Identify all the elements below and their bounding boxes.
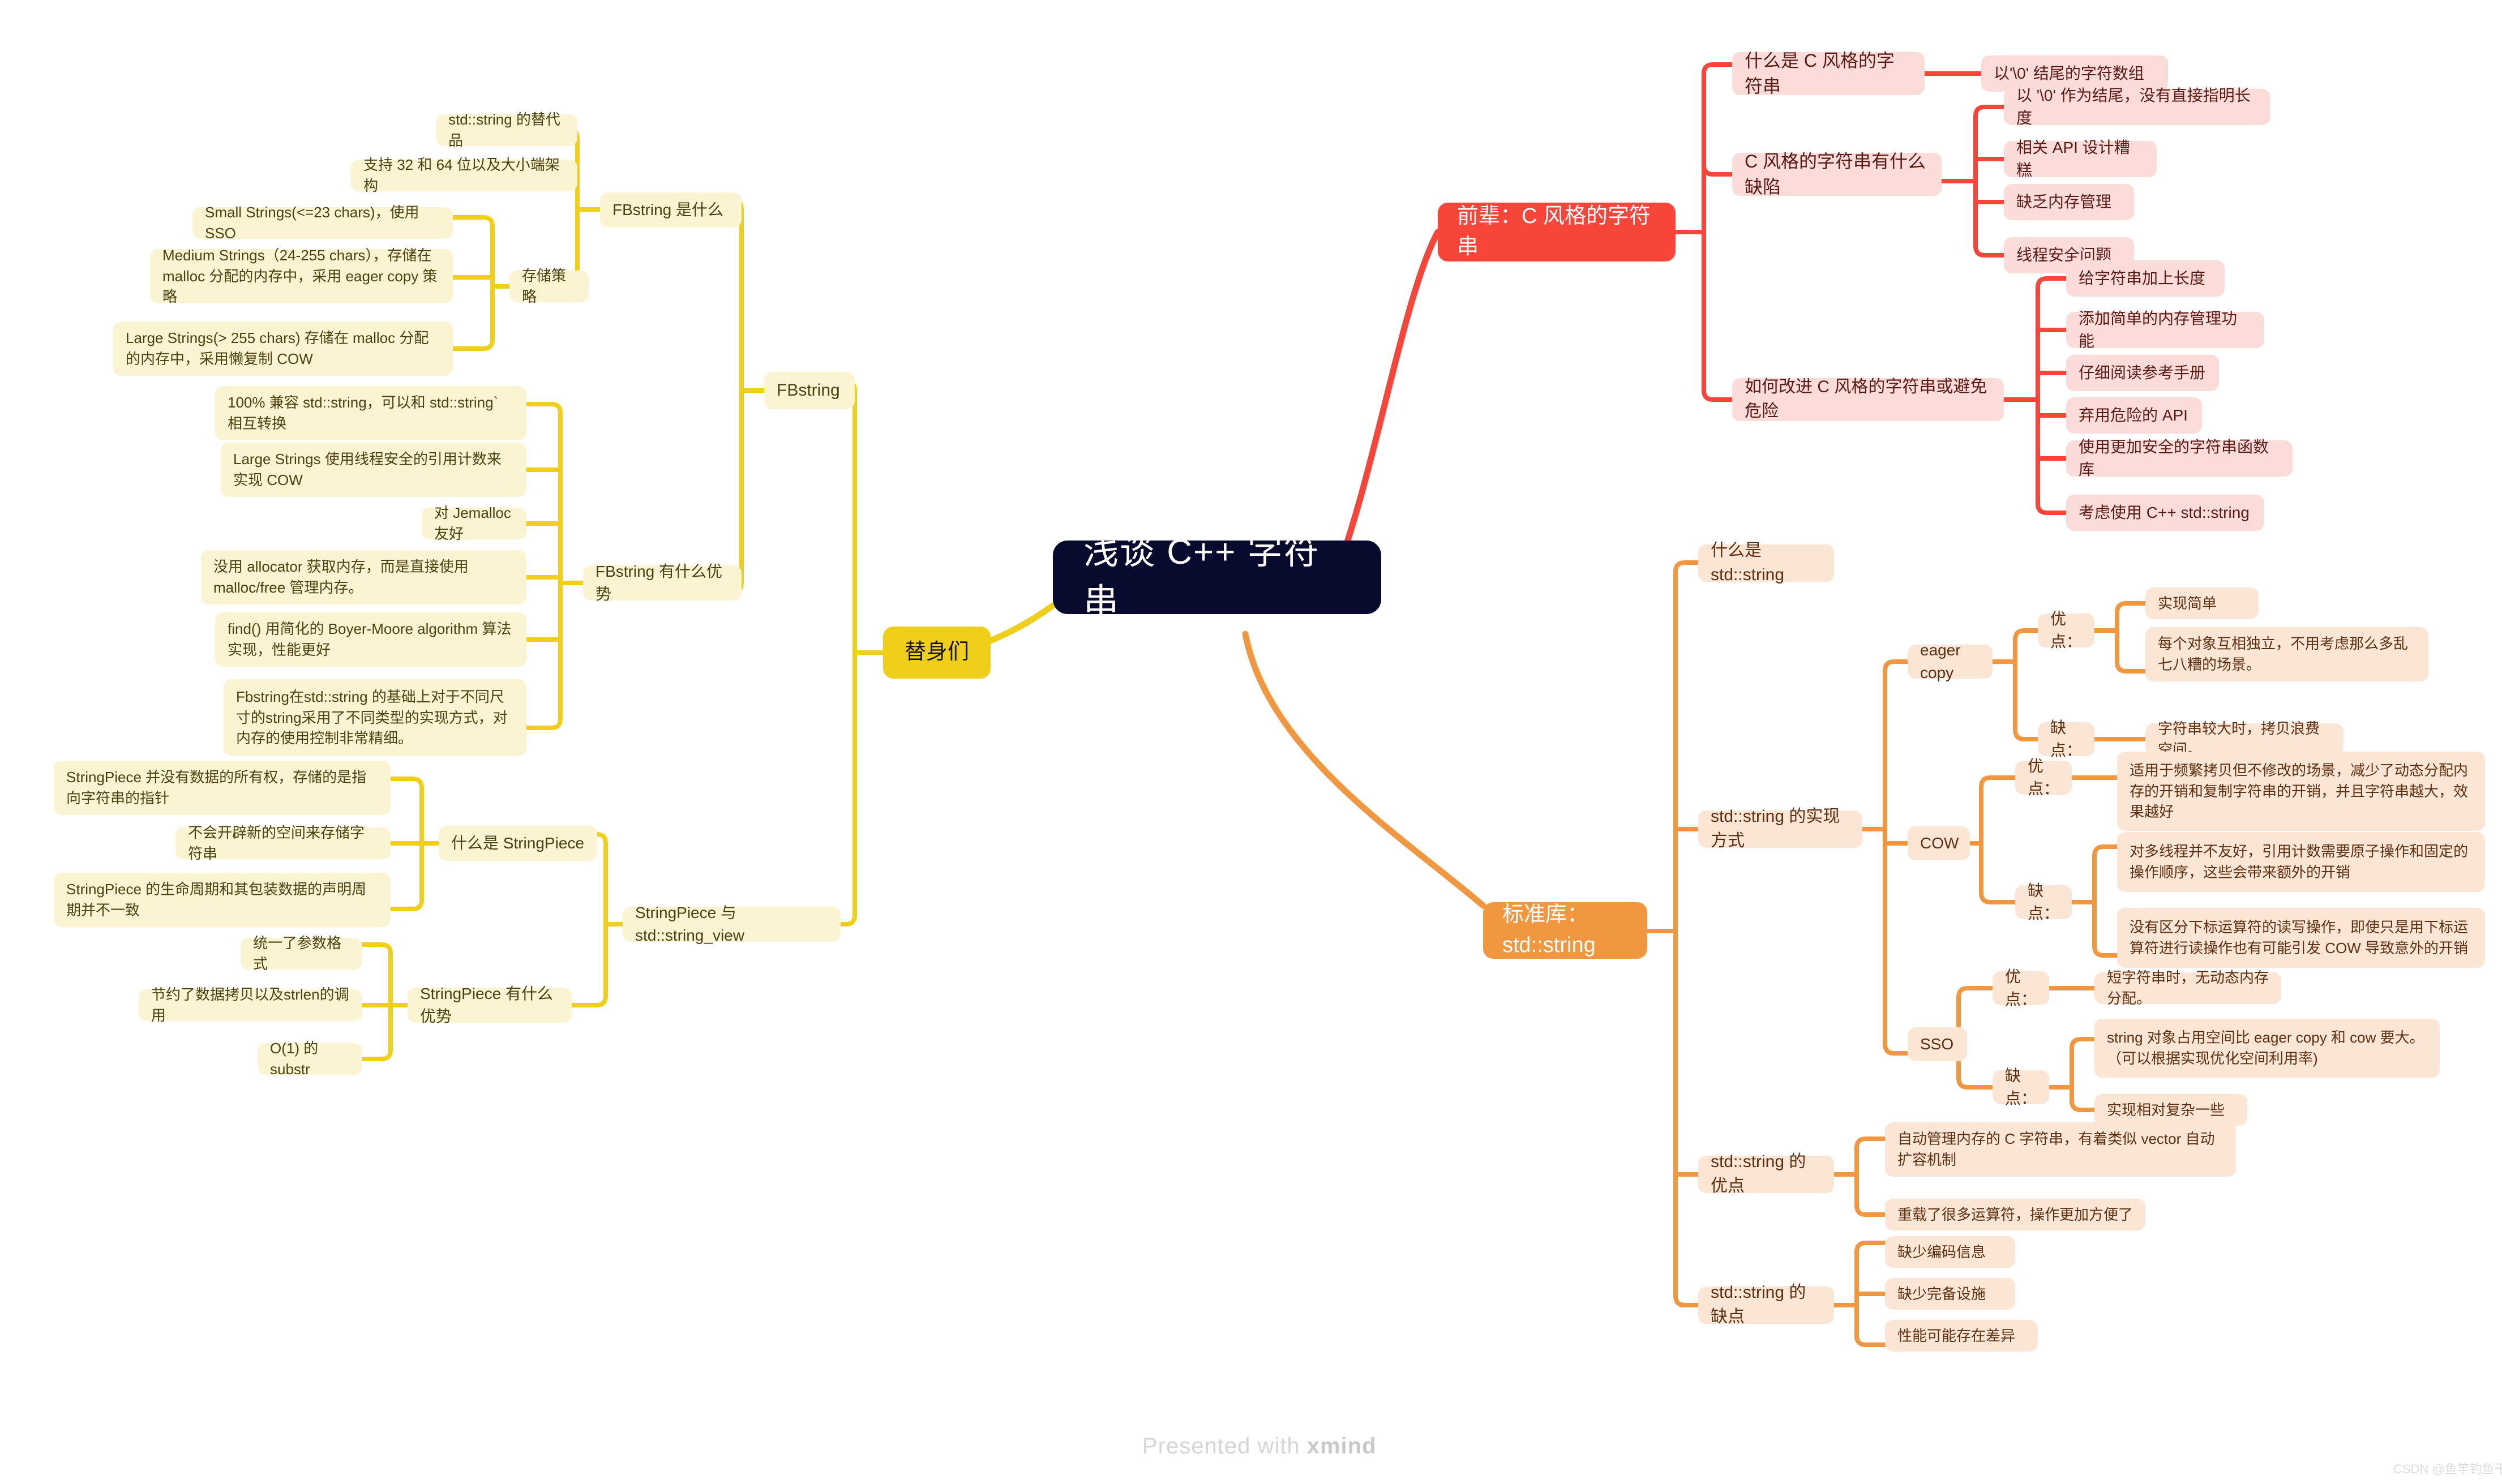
node-std-string-pro-2[interactable]: 重载了很多运算符，操作更加方便了 bbox=[1885, 1199, 2145, 1230]
node-cow-pros-label[interactable]: 优点： bbox=[2015, 757, 2072, 797]
node-large-strings-cow[interactable]: Large Strings(> 255 chars) 存储在 malloc 分配… bbox=[113, 321, 453, 376]
node-sp-adv-uniform-params[interactable]: 统一了参数格式 bbox=[241, 934, 362, 972]
node-defect-bad-api[interactable]: 相关 API 设计糟糕 bbox=[2004, 139, 2157, 179]
node-std-string-con-2[interactable]: 缺少完备设施 bbox=[1885, 1278, 2015, 1310]
xmind-watermark: Presented with xmind bbox=[1142, 1434, 1377, 1459]
node-eager-copy-pros-label[interactable]: 优点： bbox=[2038, 610, 2094, 650]
node-cow-cons-label[interactable]: 缺点： bbox=[2015, 882, 2072, 922]
branch-substitutes[interactable]: 替身们 bbox=[883, 627, 991, 679]
node-fb-adv-jemalloc[interactable]: 对 Jemalloc 友好 bbox=[422, 504, 526, 542]
node-stringpiece-advantages[interactable]: StringPiece 有什么优势 bbox=[408, 985, 572, 1025]
node-fbstring-arch-support[interactable]: 支持 32 和 64 位以及大小端架构 bbox=[351, 156, 577, 194]
node-std-string-pro-1[interactable]: 自动管理内存的 C 字符串，有着类似 vector 自动扩容机制 bbox=[1885, 1122, 2236, 1177]
node-sso-pro-1[interactable]: 短字符串时，无动态内存分配。 bbox=[2094, 969, 2281, 1007]
csdn-watermark: CSDN @鱼竿钓鱼干 bbox=[2393, 1462, 2502, 1476]
node-defect-memory[interactable]: 缺乏内存管理 bbox=[2004, 184, 2134, 220]
node-cow-con-2[interactable]: 没有区分下标运算符的读写操作，即使只是用下标运算符进行读操作也有可能引发 COW… bbox=[2117, 908, 2485, 968]
node-fbstring-advantages[interactable]: FBstring 有什么优势 bbox=[583, 563, 742, 603]
node-sso-con-1[interactable]: string 对象占用空间比 eager copy 和 cow 要大。（可以根据… bbox=[2094, 1019, 2440, 1078]
branch-std-string[interactable]: 标准库：std::string bbox=[1483, 902, 1647, 959]
node-fbstring-alt-std-string[interactable]: std::string 的替代品 bbox=[436, 111, 577, 149]
node-cow[interactable]: COW bbox=[1908, 826, 1970, 860]
node-eager-copy-cons-label[interactable]: 缺点： bbox=[2038, 719, 2094, 759]
node-fbstring[interactable]: FBstring bbox=[764, 372, 855, 409]
node-improve-memory-mgmt[interactable]: 添加简单的内存管理功能 bbox=[2066, 310, 2264, 350]
node-fb-adv-boyer-moore[interactable]: find() 用简化的 Boyer-Moore algorithm 算法实现，性… bbox=[215, 612, 526, 667]
node-fbstring-what[interactable]: FBstring 是什么 bbox=[600, 192, 742, 228]
xmind-watermark-brand: xmind bbox=[1306, 1434, 1377, 1459]
node-fb-adv-compatible[interactable]: 100% 兼容 std::string，可以和 std::string` 相互转… bbox=[215, 386, 526, 440]
node-cow-pro-1[interactable]: 适用于频繁拷贝但不修改的场景，减少了动态分配内存的开销和复制字符串的开销，并且字… bbox=[2117, 752, 2485, 831]
node-how-to-improve[interactable]: 如何改进 C 风格的字符串或避免危险 bbox=[1732, 378, 2004, 421]
node-defect-no-length[interactable]: 以 '\0' 作为结尾，没有直接指明长度 bbox=[2004, 87, 2270, 127]
node-c-string-defects[interactable]: C 风格的字符串有什么缺陷 bbox=[1732, 151, 1942, 197]
node-stringpiece-vs-string-view[interactable]: StringPiece 与 std::string_view bbox=[623, 904, 841, 944]
node-what-is-c-string[interactable]: 什么是 C 风格的字符串 bbox=[1732, 50, 1925, 96]
node-sp-adv-save-copy[interactable]: 节约了数据拷贝以及strlen的调用 bbox=[139, 986, 362, 1024]
xmind-watermark-prefix: Presented with bbox=[1142, 1434, 1307, 1459]
node-std-string-con-1[interactable]: 缺少编码信息 bbox=[1885, 1236, 2015, 1268]
node-improve-safe-library[interactable]: 使用更加安全的字符串函数库 bbox=[2066, 438, 2293, 478]
node-sso-cons-label[interactable]: 缺点： bbox=[1993, 1067, 2049, 1107]
node-what-is-stringpiece[interactable]: 什么是 StringPiece bbox=[439, 826, 597, 861]
branch-c-style-string[interactable]: 前辈：C 风格的字符串 bbox=[1438, 203, 1676, 261]
node-improve-deprecate-api[interactable]: 弃用危险的 API bbox=[2066, 397, 2202, 434]
node-sp-no-ownership[interactable]: StringPiece 并没有数据的所有权，存储的是指向字符串的指针 bbox=[54, 761, 391, 815]
node-eager-copy-con-1[interactable]: 字符串较大时，拷贝浪费空间。 bbox=[2145, 720, 2344, 758]
node-fb-adv-malloc-free[interactable]: 没用 allocator 获取内存，而是直接使用 malloc/free 管理内… bbox=[201, 550, 526, 604]
node-medium-strings-eager[interactable]: Medium Strings（24-255 chars），存储在 malloc … bbox=[150, 247, 453, 305]
node-small-strings-sso[interactable]: Small Strings(<=23 chars)，使用 SSO bbox=[192, 204, 453, 242]
node-what-is-std-string[interactable]: 什么是 std::string bbox=[1698, 541, 1834, 584]
node-std-string-con-3[interactable]: 性能可能存在差异 bbox=[1885, 1320, 2038, 1352]
node-sp-adv-o1-substr[interactable]: O(1) 的 substr bbox=[258, 1040, 362, 1078]
node-eager-copy-pro-2[interactable]: 每个对象互相独立，不用考虑那么多乱七八糟的场景。 bbox=[2145, 627, 2428, 681]
root-node[interactable]: 浅谈 C++ 字符串 bbox=[1053, 533, 1381, 621]
node-std-string-cons[interactable]: std::string 的缺点 bbox=[1698, 1283, 1834, 1326]
node-improve-read-manual[interactable]: 仔细阅读参考手册 bbox=[2066, 355, 2219, 391]
node-improve-use-std-string[interactable]: 考虑使用 C++ std::string bbox=[2066, 495, 2264, 531]
node-eager-copy[interactable]: eager copy bbox=[1908, 641, 1993, 681]
node-fb-adv-large-cow[interactable]: Large Strings 使用线程安全的引用计数来实现 COW bbox=[221, 443, 526, 497]
node-std-string-pros[interactable]: std::string 的优点 bbox=[1698, 1152, 1834, 1195]
node-sso-pros-label[interactable]: 优点： bbox=[1993, 968, 2049, 1008]
mindmap-canvas: 浅谈 C++ 字符串 前辈：C 风格的字符串 什么是 C 风格的字符串 以'\0… bbox=[0, 0, 2502, 1484]
node-sp-lifetime-mismatch[interactable]: StringPiece 的生命周期和其包装数据的声明周期并不一致 bbox=[54, 873, 391, 927]
node-storage-strategy[interactable]: 存储策略 bbox=[509, 267, 589, 305]
node-sp-no-new-space[interactable]: 不会开辟新的空间来存储字符串 bbox=[175, 824, 391, 862]
node-std-string-impl[interactable]: std::string 的实现方式 bbox=[1698, 807, 1862, 850]
node-improve-add-length[interactable]: 给字符串加上长度 bbox=[2066, 260, 2225, 297]
node-eager-copy-pro-1[interactable]: 实现简单 bbox=[2145, 587, 2259, 619]
node-fb-adv-fine-grained[interactable]: Fbstring在std::string 的基础上对于不同尺寸的string采用… bbox=[224, 679, 526, 756]
node-sso[interactable]: SSO bbox=[1908, 1027, 1967, 1061]
node-cow-con-1[interactable]: 对多线程并不友好，引用计数需要原子操作和固定的操作顺序，这些会带来额外的开销 bbox=[2117, 832, 2485, 892]
node-sso-con-2[interactable]: 实现相对复杂一些 bbox=[2094, 1094, 2247, 1126]
